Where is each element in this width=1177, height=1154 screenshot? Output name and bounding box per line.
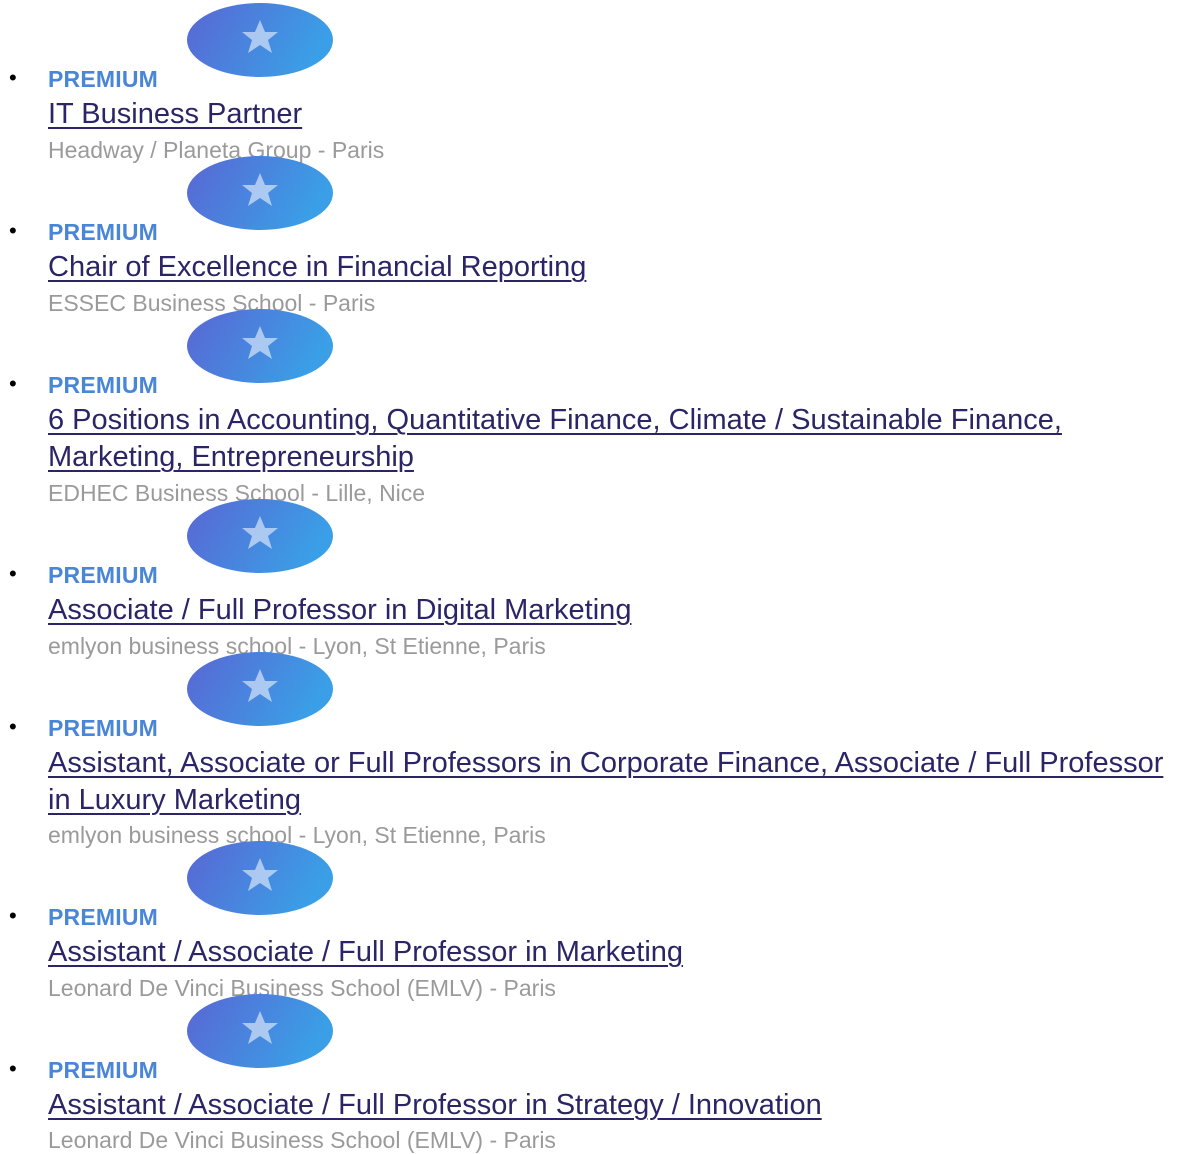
job-title-link[interactable]: Associate / Full Professor in Digital Ma…: [48, 592, 631, 629]
premium-label: PREMIUM: [48, 1057, 159, 1083]
list-bullet: •: [9, 218, 17, 243]
list-bullet: •: [9, 371, 17, 396]
list-bullet: •: [9, 903, 17, 928]
job-title-link[interactable]: IT Business Partner: [48, 96, 302, 133]
premium-label: PREMIUM: [48, 372, 159, 398]
star-icon: [187, 841, 333, 915]
star-icon: [187, 994, 333, 1068]
premium-label: PREMIUM: [48, 562, 159, 588]
job-title-link[interactable]: Chair of Excellence in Financial Reporti…: [48, 249, 586, 286]
list-bullet: •: [9, 1056, 17, 1081]
job-title-link[interactable]: Assistant / Associate / Full Professor i…: [48, 1087, 822, 1124]
star-icon: [187, 499, 333, 573]
list-bullet: •: [9, 561, 17, 586]
job-title-link[interactable]: Assistant, Associate or Full Professors …: [48, 745, 1176, 819]
star-icon: [187, 156, 333, 230]
list-bullet: •: [9, 714, 17, 739]
premium-label: PREMIUM: [48, 219, 159, 245]
star-icon: [187, 309, 333, 383]
star-icon: [187, 652, 333, 726]
premium-label: PREMIUM: [48, 66, 159, 92]
star-icon: [187, 3, 333, 77]
premium-label: PREMIUM: [48, 715, 159, 741]
job-title-link[interactable]: Assistant / Associate / Full Professor i…: [48, 934, 683, 971]
job-title-link[interactable]: 6 Positions in Accounting, Quantitative …: [48, 402, 1176, 476]
list-bullet: •: [9, 65, 17, 90]
job-organization: Leonard De Vinci Business School (EMLV) …: [48, 1127, 556, 1153]
premium-label: PREMIUM: [48, 904, 159, 930]
